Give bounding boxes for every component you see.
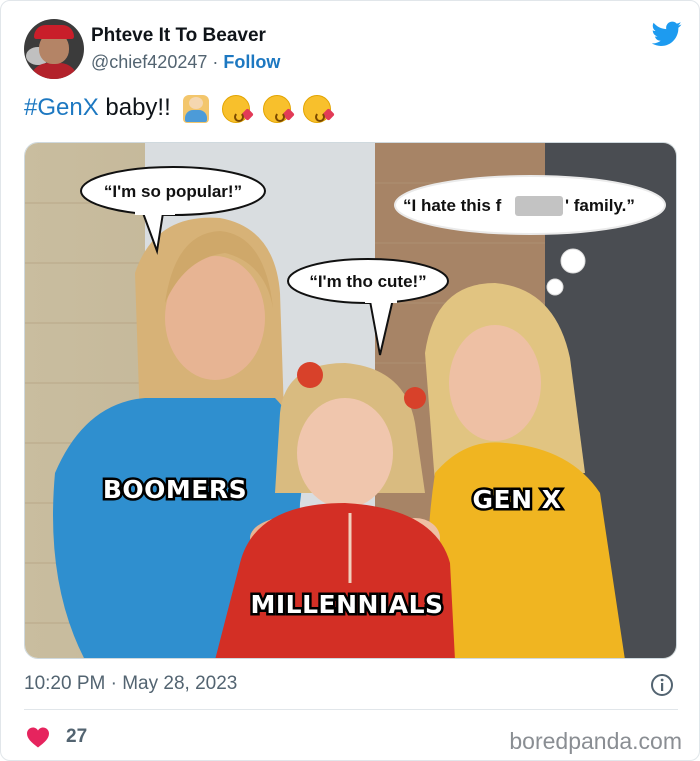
- bubble-left-text: “I'm so popular!”: [104, 182, 242, 201]
- caption-millennials: MILLENNIALS: [250, 590, 443, 619]
- tweet-timestamp[interactable]: 10:20 PM · May 28, 2023: [24, 673, 237, 695]
- like-count: 27: [66, 726, 88, 747]
- like-action[interactable]: 27: [26, 725, 87, 749]
- avatar[interactable]: [24, 19, 84, 79]
- face-blowing-kiss-emoji: [262, 94, 291, 123]
- bubble-right-text-end: ' family.”: [565, 196, 635, 215]
- man-mechanic-emoji: [183, 94, 210, 123]
- censor-blur: [515, 196, 563, 216]
- heart-icon[interactable]: [26, 726, 50, 748]
- caption-boomers: BOOMERS: [103, 475, 247, 504]
- meme-illustration: “I'm so popular!” “I'm tho cute!” “I hat…: [25, 143, 676, 658]
- display-name[interactable]: Phteve It To Beaver: [91, 25, 266, 47]
- handle-row: @chief420247 · Follow: [91, 52, 280, 73]
- source-watermark: boredpanda.com: [509, 728, 682, 754]
- tweet-card: Phteve It To Beaver @chief420247 · Follo…: [0, 0, 700, 761]
- bubble-middle-text: “I'm tho cute!”: [309, 272, 426, 291]
- twitter-bird-icon[interactable]: [652, 21, 682, 47]
- info-icon[interactable]: [650, 673, 674, 697]
- caption-genx: GEN X: [473, 485, 562, 514]
- face-blowing-kiss-emoji: [222, 94, 251, 123]
- tweet-header: Phteve It To Beaver @chief420247 · Follo…: [24, 19, 684, 83]
- hashtag-link[interactable]: #GenX: [24, 94, 99, 121]
- face-blowing-kiss-emoji: [303, 94, 332, 123]
- tweet-text: #GenX baby!!: [24, 94, 337, 123]
- tweet-body: baby!!: [98, 94, 171, 121]
- bubble-right-text: “I hate this f: [403, 196, 502, 215]
- emoji-row: [183, 94, 337, 123]
- user-handle[interactable]: @chief420247: [91, 52, 207, 72]
- follow-button[interactable]: Follow: [223, 52, 280, 72]
- handle-separator: ·: [207, 52, 224, 72]
- footer-divider: [24, 709, 678, 710]
- meme-image[interactable]: “I'm so popular!” “I'm tho cute!” “I hat…: [24, 142, 677, 659]
